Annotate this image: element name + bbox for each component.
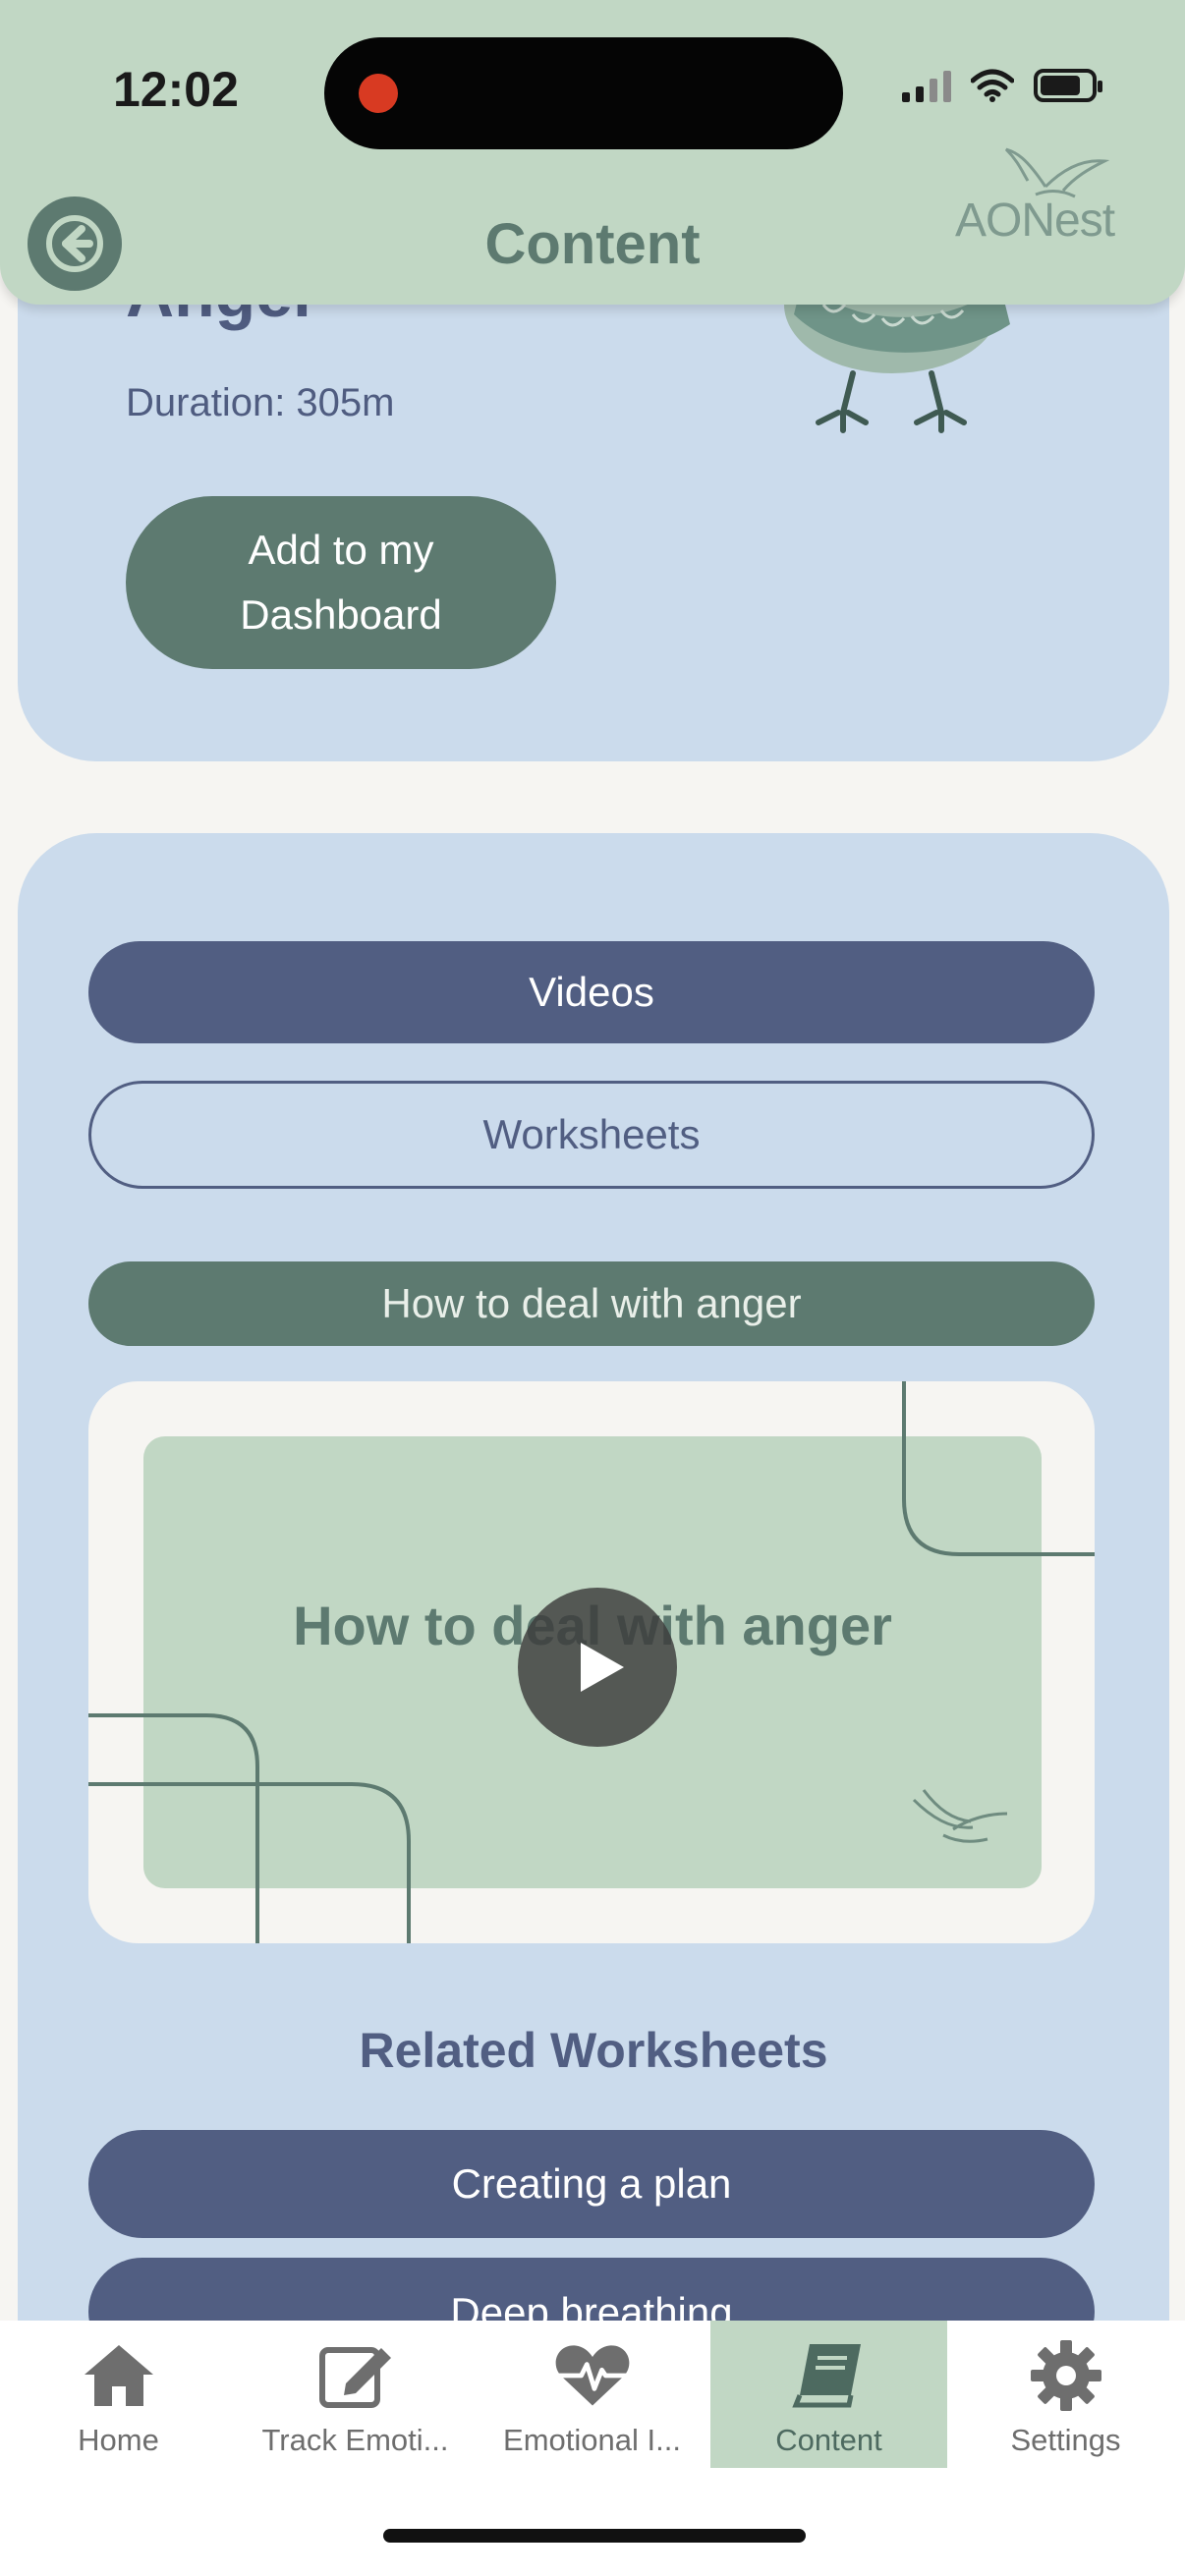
play-icon	[581, 1643, 624, 1692]
add-to-dashboard-button[interactable]: Add to my Dashboard	[126, 496, 556, 669]
tab-home[interactable]: Home	[0, 2321, 237, 2468]
tab-emotional-insights[interactable]: Emotional I...	[474, 2321, 710, 2468]
status-icons	[902, 69, 1102, 102]
home-icon	[80, 2340, 158, 2411]
dynamic-island	[324, 37, 843, 149]
tab-label: Emotional I...	[503, 2423, 681, 2457]
video-player[interactable]: How to deal with anger	[88, 1381, 1095, 1943]
tab-label: Home	[78, 2423, 159, 2457]
tab-content[interactable]: Content	[710, 2321, 947, 2468]
recording-indicator-icon	[359, 74, 398, 113]
wifi-icon	[971, 69, 1014, 102]
play-button[interactable]	[518, 1588, 677, 1747]
media-card: Videos Worksheets How to deal with anger…	[18, 833, 1169, 2576]
brand-text: AONest	[955, 195, 1115, 247]
tab-track-emotions[interactable]: Track Emoti...	[237, 2321, 474, 2468]
tab-label: Settings	[1010, 2423, 1121, 2457]
heartbeat-icon	[553, 2340, 632, 2411]
tab-videos[interactable]: Videos	[88, 941, 1095, 1043]
book-icon	[790, 2340, 869, 2411]
status-time: 12:02	[113, 62, 239, 117]
worksheet-button[interactable]: Creating a plan	[88, 2130, 1095, 2238]
home-indicator	[383, 2529, 806, 2543]
tab-label: Content	[775, 2423, 882, 2457]
video-title-banner[interactable]: How to deal with anger	[88, 1261, 1095, 1346]
gear-icon	[1027, 2340, 1105, 2411]
tab-worksheets[interactable]: Worksheets	[88, 1081, 1095, 1189]
brand-logo: AONest	[947, 147, 1124, 255]
course-duration: Duration: 305m	[126, 381, 395, 424]
signal-icon	[902, 69, 951, 102]
battery-icon	[1034, 69, 1102, 102]
app-header: 12:02 Content AONest	[0, 0, 1185, 305]
tab-label: Track Emoti...	[261, 2423, 449, 2457]
related-worksheets-heading: Related Worksheets	[359, 2023, 828, 2078]
edit-icon	[316, 2340, 395, 2411]
tab-settings[interactable]: Settings	[947, 2321, 1184, 2468]
